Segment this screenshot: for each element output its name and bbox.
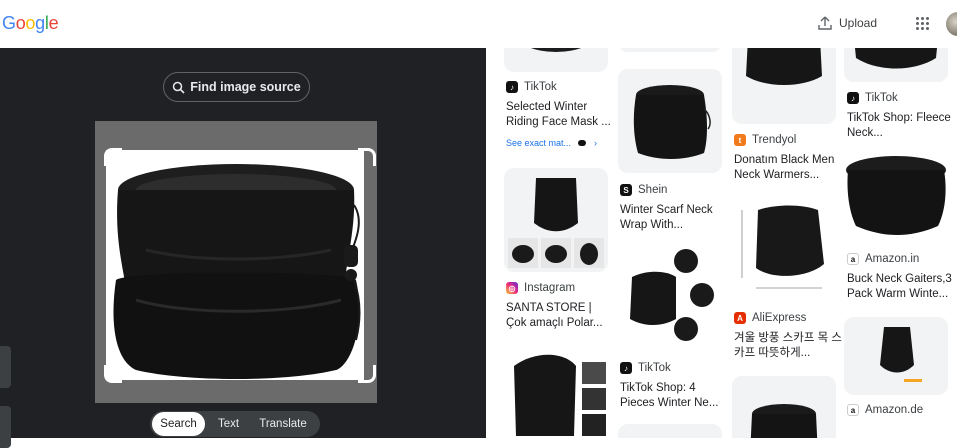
result-source[interactable]: ♪ TikTok: [620, 362, 671, 374]
result-source[interactable]: ♪ TikTok: [847, 92, 898, 104]
result-title[interactable]: TikTok Shop: 4 Pieces Winter Ne...: [620, 381, 728, 411]
result-source[interactable]: a Amazon.in: [847, 253, 919, 265]
lens-search-icon: [173, 81, 185, 94]
result-source-label: Trendyol: [752, 134, 797, 146]
crop-handle-top-left[interactable]: [104, 148, 122, 166]
result-image[interactable]: [732, 198, 836, 302]
result-title[interactable]: Selected Winter Riding Face Mask ...: [506, 100, 614, 130]
result-image[interactable]: [844, 154, 948, 242]
logo-letter: o: [25, 13, 36, 33]
result-source-label: TikTok: [865, 92, 898, 104]
result-image[interactable]: [844, 48, 948, 82]
result-title[interactable]: Buck Neck Gaiters,3 Pack Warm Winte...: [847, 272, 955, 302]
logo-letter: e: [48, 13, 59, 33]
tab-search[interactable]: Search: [152, 412, 205, 436]
upload-label: Upload: [839, 16, 878, 30]
result-title[interactable]: Winter Scarf Neck Wrap With...: [620, 203, 728, 233]
result-source[interactable]: S Shein: [620, 184, 667, 196]
tiktok-icon: ♪: [506, 81, 518, 93]
result-image[interactable]: [732, 48, 836, 124]
tab-translate[interactable]: Translate: [252, 412, 314, 436]
chevron-right-icon: ›: [594, 138, 598, 148]
lens-panel: Find image source Search Text Translate: [0, 48, 486, 448]
result-image[interactable]: [732, 376, 836, 438]
google-logo[interactable]: Google: [2, 13, 59, 34]
query-image-frame: [95, 121, 377, 403]
aliexpress-icon: A: [734, 312, 746, 324]
find-image-source-button[interactable]: Find image source: [163, 72, 310, 102]
results-grid: ♪ TikTok Selected Winter Riding Face Mas…: [486, 48, 957, 438]
result-image[interactable]: [504, 346, 608, 438]
crop-handle-bottom-right[interactable]: [358, 365, 376, 383]
tiktok-icon: ♪: [620, 362, 632, 374]
upload-button[interactable]: Upload: [818, 16, 877, 30]
result-title[interactable]: 겨울 방풍 스카프 목 스카프 따뜻하게...: [734, 331, 842, 361]
result-source-label: TikTok: [524, 81, 557, 93]
side-panel-handle[interactable]: [0, 346, 11, 388]
result-source[interactable]: a Amazon.de: [847, 404, 923, 416]
tab-text[interactable]: Text: [205, 412, 252, 436]
result-source-label: AliExpress: [752, 312, 807, 324]
find-image-source-label: Find image source: [190, 80, 301, 94]
upload-icon: [818, 16, 832, 30]
result-source-label: TikTok: [638, 362, 671, 374]
neck-gaiter-image: [106, 150, 364, 380]
shein-icon: S: [620, 184, 632, 196]
result-title[interactable]: TikTok Shop: Fleece Neck...: [847, 111, 955, 141]
result-source-label: Shein: [638, 184, 668, 196]
result-source[interactable]: ◎ Instagram: [506, 282, 575, 294]
account-avatar[interactable]: [946, 12, 957, 36]
result-image[interactable]: [618, 69, 722, 173]
result-source-label: Amazon.de: [865, 404, 924, 416]
amazon-icon: a: [847, 404, 859, 416]
result-source-label: Instagram: [524, 282, 576, 294]
apps-grid-icon[interactable]: [915, 16, 931, 32]
result-title[interactable]: SANTA STORE | Çok amaçlı Polar...: [506, 301, 614, 331]
crop-handle-top-right[interactable]: [358, 148, 376, 166]
result-image[interactable]: [618, 247, 722, 351]
result-image[interactable]: [618, 48, 722, 52]
mask-thumb-icon: [578, 140, 587, 146]
result-source-label: Amazon.in: [865, 253, 920, 265]
query-image[interactable]: [106, 150, 364, 380]
result-image[interactable]: [504, 48, 608, 72]
result-title[interactable]: Donatım Black Men Neck Warmers...: [734, 153, 842, 183]
instagram-icon: ◎: [506, 282, 518, 294]
crop-handle-bottom-left[interactable]: [104, 365, 122, 383]
logo-letter: G: [2, 13, 16, 33]
side-panel-handle[interactable]: [0, 406, 11, 448]
result-image[interactable]: [504, 168, 608, 272]
logo-letter: g: [35, 13, 45, 33]
result-source[interactable]: A AliExpress: [734, 312, 806, 324]
amazon-icon: a: [847, 253, 859, 265]
tiktok-icon: ♪: [847, 92, 859, 104]
result-source[interactable]: t Trendyol: [734, 134, 796, 146]
see-exact-label: See exact mat...: [506, 138, 572, 148]
result-source[interactable]: ♪ TikTok: [506, 81, 557, 93]
lens-mode-tabs: Search Text Translate: [150, 411, 320, 437]
result-image[interactable]: [844, 317, 948, 395]
see-exact-matches-link[interactable]: See exact mat... ›: [506, 138, 597, 148]
trendyol-icon: t: [734, 134, 746, 146]
logo-letter: o: [15, 13, 26, 33]
top-bar: Google Upload: [0, 0, 957, 48]
result-image[interactable]: [618, 424, 722, 438]
